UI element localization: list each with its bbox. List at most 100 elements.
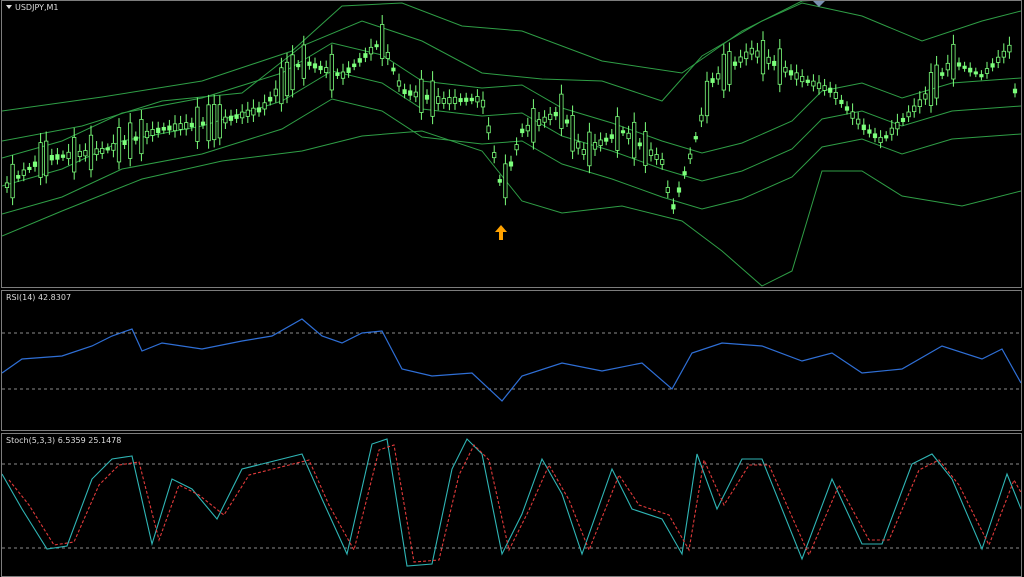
candle-body xyxy=(553,111,558,117)
candle-body xyxy=(738,56,743,63)
candle-body xyxy=(352,63,357,68)
upper-outer-band xyxy=(2,2,1021,142)
candle-body xyxy=(357,58,362,63)
candle-body xyxy=(262,102,267,110)
candle-body xyxy=(139,119,144,155)
candle-body xyxy=(424,94,430,100)
candle-body xyxy=(368,46,374,55)
candle-body xyxy=(794,72,799,80)
candle-body xyxy=(475,96,480,103)
candle-body xyxy=(979,74,984,78)
candle-body xyxy=(548,113,553,120)
candle-body xyxy=(671,204,676,210)
candle-body xyxy=(934,64,939,99)
candle-body xyxy=(889,127,894,135)
candle-body xyxy=(923,93,928,100)
candle-body xyxy=(844,106,850,111)
candle-body xyxy=(693,136,698,140)
candle-body xyxy=(290,54,295,91)
candle-body xyxy=(228,115,234,121)
candle-body xyxy=(637,142,642,147)
triangle-down-icon[interactable] xyxy=(6,5,12,9)
candle-body xyxy=(520,128,525,134)
candle-body xyxy=(189,122,194,128)
candle-body xyxy=(570,115,575,152)
candle-body xyxy=(749,47,754,55)
candle-body xyxy=(525,124,530,132)
lower-outer-band xyxy=(2,130,1021,287)
candle-body xyxy=(217,104,222,139)
candle-body xyxy=(676,187,682,193)
rsi-canvas[interactable] xyxy=(2,291,1021,430)
candle-body xyxy=(279,67,284,105)
candle-body xyxy=(682,171,687,176)
candle-body xyxy=(654,154,659,160)
candle-body xyxy=(60,154,66,158)
rsi-pane[interactable]: RSI(14) 42.8307 xyxy=(1,290,1022,431)
upper-inner-band xyxy=(2,42,1021,159)
candle-body xyxy=(884,135,889,139)
candle-body xyxy=(161,126,166,131)
candle-body xyxy=(760,40,766,75)
candle-body xyxy=(688,153,693,160)
candle-body xyxy=(391,67,396,72)
candle-body xyxy=(363,53,368,58)
stochastic-canvas[interactable] xyxy=(2,434,1021,576)
candle-body xyxy=(430,80,435,117)
candle-body xyxy=(419,78,424,113)
candle-body xyxy=(665,187,670,193)
candle-body xyxy=(945,62,950,71)
candle-body xyxy=(156,127,161,134)
candle-body xyxy=(564,119,570,124)
candle-body xyxy=(660,159,665,165)
candle-body xyxy=(480,99,486,108)
candle-body xyxy=(872,133,878,139)
candle-body xyxy=(32,161,38,167)
candle-body xyxy=(396,80,402,87)
candle-body xyxy=(329,53,334,91)
candle-body xyxy=(917,99,922,107)
candle-body xyxy=(200,121,206,126)
candle-body xyxy=(66,151,71,160)
chart-symbol-title: USDJPY,M1 xyxy=(6,3,59,12)
candle-body xyxy=(755,50,760,58)
rsi-title: RSI(14) 42.8307 xyxy=(6,293,72,302)
candle-body xyxy=(643,131,648,166)
candle-body xyxy=(268,96,273,102)
candle-body xyxy=(335,72,340,76)
candle-body xyxy=(996,56,1001,63)
candle-body xyxy=(49,155,54,161)
candle-body xyxy=(83,150,88,157)
candle-body xyxy=(716,73,721,80)
candle-body xyxy=(906,111,911,118)
candle-body xyxy=(234,114,239,119)
candle-body xyxy=(783,66,788,73)
candle-body xyxy=(514,144,519,151)
candle-body xyxy=(452,96,458,104)
candle-body xyxy=(212,104,217,141)
stochastic-pane[interactable]: Stoch(5,3,3) 6.5359 25.1478 xyxy=(1,433,1022,577)
candles-group xyxy=(4,15,1018,214)
candle-body xyxy=(408,90,413,96)
candle-body xyxy=(956,62,962,67)
candle-body xyxy=(727,51,732,85)
candle-body xyxy=(962,65,967,69)
candle-body xyxy=(144,130,150,139)
candle-body xyxy=(800,76,805,83)
candle-body xyxy=(441,98,446,104)
candle-body xyxy=(10,163,15,199)
candle-body xyxy=(100,148,105,154)
candle-body xyxy=(88,134,94,171)
candle-body xyxy=(878,136,883,143)
candle-body xyxy=(312,63,318,69)
candle-body xyxy=(900,117,906,123)
candle-body xyxy=(296,63,301,68)
candle-body xyxy=(632,121,637,159)
candle-body xyxy=(895,121,900,130)
price-chart-pane[interactable]: USDJPY,M1 xyxy=(1,0,1022,288)
candle-body xyxy=(990,63,995,68)
candle-body xyxy=(172,123,178,132)
candle-body xyxy=(1012,88,1018,94)
candle-body xyxy=(16,175,21,179)
price-chart-canvas[interactable] xyxy=(2,1,1021,287)
